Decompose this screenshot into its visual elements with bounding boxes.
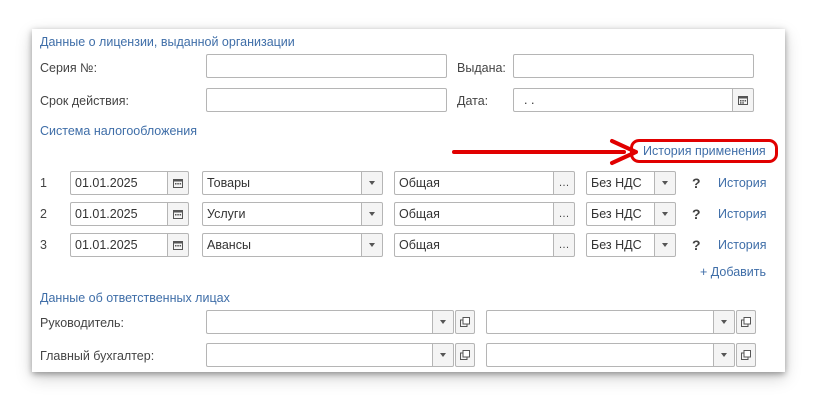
row-category-select[interactable]: Авансы — [202, 233, 383, 257]
date-input-value: . . — [524, 93, 535, 107]
open-form-icon — [741, 350, 751, 360]
calendar-button[interactable] — [167, 203, 188, 225]
chevron-down-icon — [662, 212, 668, 216]
add-row-link[interactable]: + Добавить — [700, 265, 766, 279]
row-vat-select[interactable]: Без НДС — [586, 171, 676, 195]
row-vat-value: Без НДС — [591, 207, 642, 221]
row-system-select[interactable]: Общая … — [394, 233, 575, 257]
calendar-icon — [173, 179, 183, 188]
validity-input[interactable] — [206, 88, 447, 112]
chevron-down-icon — [369, 243, 375, 247]
calendar-button[interactable] — [167, 234, 188, 256]
row-system-value: Общая — [399, 238, 440, 252]
row-number: 3 — [40, 238, 47, 252]
dropdown-button[interactable] — [654, 234, 675, 256]
calendar-button[interactable] — [732, 89, 753, 111]
question-icon[interactable]: ? — [692, 206, 701, 222]
row-category-select[interactable]: Услуги — [202, 202, 383, 226]
question-icon[interactable]: ? — [692, 175, 701, 191]
open-accountant-button[interactable] — [455, 343, 475, 367]
accountant-select[interactable] — [206, 343, 454, 367]
chevron-down-icon — [721, 353, 727, 357]
row-system-select[interactable]: Общая … — [394, 171, 575, 195]
director-position-select[interactable] — [486, 310, 735, 334]
open-form-icon — [741, 317, 751, 327]
director-select[interactable] — [206, 310, 454, 334]
row-date-value: 01.01.2025 — [75, 176, 138, 190]
annotation-arrow-icon — [452, 139, 638, 165]
date-input[interactable]: . . — [513, 88, 754, 112]
row-vat-select[interactable]: Без НДС — [586, 233, 676, 257]
dropdown-button[interactable] — [432, 344, 453, 366]
ellipsis-icon: … — [558, 208, 570, 220]
row-system-value: Общая — [399, 207, 440, 221]
taxation-section-title: Система налогообложения — [40, 124, 198, 138]
dropdown-button[interactable] — [361, 203, 382, 225]
calendar-button[interactable] — [167, 172, 188, 194]
date-label: Дата: — [457, 94, 489, 108]
calendar-icon — [173, 241, 183, 250]
row-history-link[interactable]: История — [718, 238, 766, 252]
chevron-down-icon — [369, 212, 375, 216]
chevron-down-icon — [662, 243, 668, 247]
select-button[interactable]: … — [553, 172, 574, 194]
dropdown-button[interactable] — [713, 311, 734, 333]
open-director-position-button[interactable] — [736, 310, 756, 334]
dropdown-button[interactable] — [654, 203, 675, 225]
row-vat-value: Без НДС — [591, 238, 642, 252]
responsible-section-title: Данные об ответственных лицах — [40, 291, 230, 305]
calendar-icon — [738, 96, 748, 105]
chevron-down-icon — [440, 353, 446, 357]
accountant-position-select[interactable] — [486, 343, 735, 367]
select-button[interactable]: … — [553, 234, 574, 256]
row-category-value: Услуги — [207, 207, 246, 221]
ellipsis-icon: … — [558, 239, 570, 251]
chevron-down-icon — [369, 181, 375, 185]
form-panel: Данные о лицензии, выданной организации … — [32, 29, 785, 372]
row-date-input[interactable]: 01.01.2025 — [70, 233, 189, 257]
director-label: Руководитель: — [40, 316, 125, 330]
row-history-link[interactable]: История — [718, 176, 766, 190]
row-vat-value: Без НДС — [591, 176, 642, 190]
open-form-icon — [460, 350, 470, 360]
select-button[interactable]: … — [553, 203, 574, 225]
row-date-value: 01.01.2025 — [75, 238, 138, 252]
validity-label: Срок действия: — [40, 94, 129, 108]
row-category-value: Авансы — [207, 238, 251, 252]
row-number: 1 — [40, 176, 47, 190]
question-icon[interactable]: ? — [692, 237, 701, 253]
calendar-icon — [173, 210, 183, 219]
dropdown-button[interactable] — [361, 234, 382, 256]
license-section-title: Данные о лицензии, выданной организации — [40, 35, 295, 49]
dropdown-button[interactable] — [361, 172, 382, 194]
row-date-input[interactable]: 01.01.2025 — [70, 171, 189, 195]
issued-label: Выдана: — [457, 61, 506, 75]
row-date-input[interactable]: 01.01.2025 — [70, 202, 189, 226]
row-system-select[interactable]: Общая … — [394, 202, 575, 226]
row-history-link[interactable]: История — [718, 207, 766, 221]
row-vat-select[interactable]: Без НДС — [586, 202, 676, 226]
open-accountant-position-button[interactable] — [736, 343, 756, 367]
history-link[interactable]: История применения — [643, 144, 766, 158]
dropdown-button[interactable] — [654, 172, 675, 194]
chevron-down-icon — [440, 320, 446, 324]
chevron-down-icon — [662, 181, 668, 185]
open-director-button[interactable] — [455, 310, 475, 334]
series-label: Серия №: — [40, 61, 98, 75]
row-category-select[interactable]: Товары — [202, 171, 383, 195]
row-system-value: Общая — [399, 176, 440, 190]
chevron-down-icon — [721, 320, 727, 324]
ellipsis-icon: … — [558, 177, 570, 189]
row-category-value: Товары — [207, 176, 250, 190]
dropdown-button[interactable] — [432, 311, 453, 333]
row-number: 2 — [40, 207, 47, 221]
issued-input[interactable] — [513, 54, 754, 78]
accountant-label: Главный бухгалтер: — [40, 349, 155, 363]
open-form-icon — [460, 317, 470, 327]
row-date-value: 01.01.2025 — [75, 207, 138, 221]
dropdown-button[interactable] — [713, 344, 734, 366]
series-input[interactable] — [206, 54, 447, 78]
